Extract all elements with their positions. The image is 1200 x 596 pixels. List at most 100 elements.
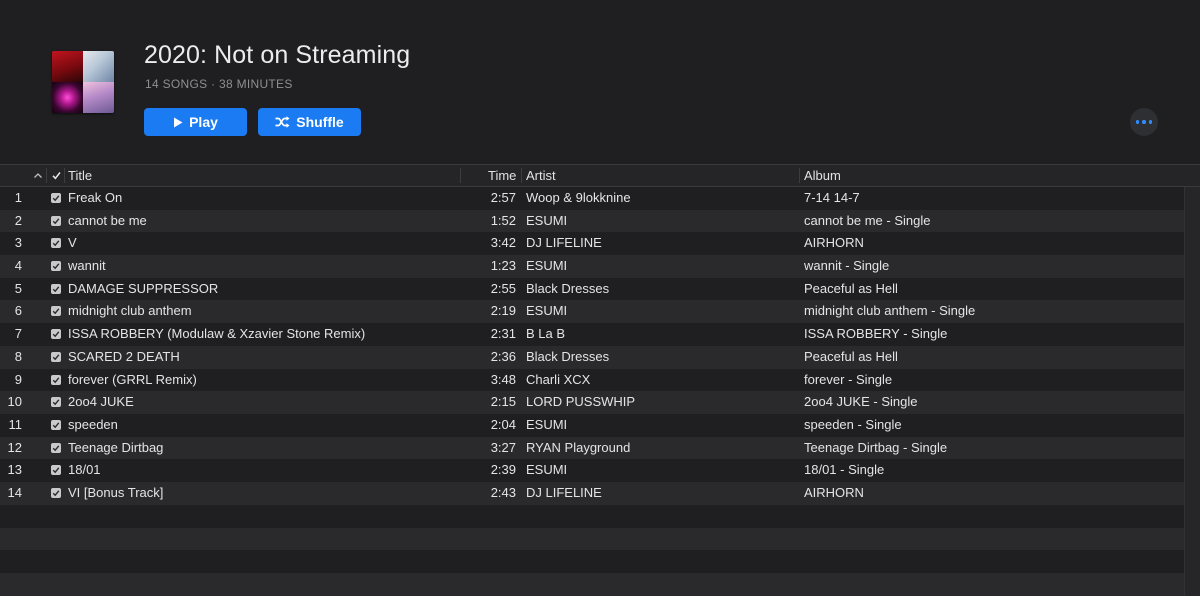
artwork-tile <box>52 51 83 82</box>
track-row[interactable]: 10 2oo4 JUKE 2:15 LORD PUSSWHIP 2oo4 JUKE - … <box>0 391 1184 414</box>
shuffle-icon <box>275 116 290 128</box>
track-checkbox[interactable] <box>51 329 61 340</box>
track-checkbox[interactable] <box>51 442 61 453</box>
checkmark-icon <box>52 263 60 270</box>
column-separator[interactable] <box>460 168 461 183</box>
checkmark-icon <box>52 331 60 338</box>
track-row[interactable]: 3 V 3:42 DJ LIFELINE AIRHORN <box>0 232 1184 256</box>
track-checkbox[interactable] <box>51 397 61 408</box>
play-icon <box>174 117 183 127</box>
sort-ascending-icon[interactable] <box>33 171 43 181</box>
shuffle-button[interactable]: Shuffle <box>258 108 361 136</box>
track-artist[interactable]: ESUMI <box>526 255 796 278</box>
track-title: ISSA ROBBERY (Modulaw & Xzavier Stone Re… <box>68 326 366 342</box>
artwork-tile <box>83 51 114 82</box>
track-artist[interactable]: DJ LIFELINE <box>526 232 796 255</box>
track-album[interactable]: ISSA ROBBERY - Single <box>804 323 1174 346</box>
checkmark-icon <box>52 444 60 451</box>
track-row[interactable]: 13 18/01 2:39 ESUMI 18/01 - Single <box>0 459 1184 482</box>
checkmark-icon <box>52 195 60 202</box>
track-checkbox[interactable] <box>51 351 61 362</box>
track-number: 7 <box>14 326 22 342</box>
track-number: 2 <box>14 212 22 228</box>
track-artist[interactable]: ESUMI <box>526 414 796 437</box>
play-button[interactable]: Play <box>144 108 247 136</box>
column-header-title[interactable]: Title <box>68 165 92 186</box>
track-number: 3 <box>14 235 22 251</box>
empty-row <box>0 550 1184 574</box>
column-separator[interactable] <box>46 168 47 183</box>
track-album[interactable]: 7-14 14-7 <box>804 187 1174 210</box>
column-separator[interactable] <box>799 168 800 183</box>
track-album[interactable]: AIRHORN <box>804 482 1174 505</box>
playlist-header: 2020: Not on Streaming 14 SONGS · 38 MIN… <box>0 0 1200 163</box>
track-number: 10 <box>7 394 22 410</box>
column-separator[interactable] <box>521 168 522 183</box>
play-button-label: Play <box>189 114 218 130</box>
track-title: cannot be me <box>68 212 147 228</box>
track-checkbox[interactable] <box>51 374 61 385</box>
track-album[interactable]: midnight club anthem - Single <box>804 300 1174 323</box>
track-time: 3:42 <box>490 235 516 251</box>
track-artist[interactable]: DJ LIFELINE <box>526 482 796 505</box>
track-row[interactable]: 6 midnight club anthem 2:19 ESUMI midnight c… <box>0 300 1184 324</box>
column-header-album[interactable]: Album <box>804 165 841 186</box>
track-artist[interactable]: LORD PUSSWHIP <box>526 391 796 414</box>
track-row[interactable]: 12 Teenage Dirtbag 3:27 RYAN Playground Teen… <box>0 436 1184 460</box>
track-row[interactable]: 8 SCARED 2 DEATH 2:36 Black Dresses Peaceful… <box>0 345 1184 369</box>
track-row[interactable]: 14 VI [Bonus Track] 2:43 DJ LIFELINE AIRHORN <box>0 481 1184 505</box>
vertical-scrollbar[interactable] <box>1184 187 1200 596</box>
track-album[interactable]: speeden - Single <box>804 414 1174 437</box>
track-artist[interactable]: Woop & 9lokknine <box>526 187 796 210</box>
track-title: 18/01 <box>68 462 101 478</box>
track-album[interactable]: AIRHORN <box>804 232 1174 255</box>
track-checkbox[interactable] <box>51 261 61 272</box>
track-row[interactable]: 1 Freak On 2:57 Woop & 9lokknine 7-14 14-7 <box>0 187 1184 210</box>
track-row[interactable]: 4 wannit 1:23 ESUMI wannit - Single <box>0 255 1184 278</box>
track-artist[interactable]: Charli XCX <box>526 369 796 392</box>
track-checkbox[interactable] <box>51 487 61 498</box>
more-dot <box>1142 120 1146 124</box>
track-checkbox[interactable] <box>51 193 61 203</box>
checkmark-icon[interactable] <box>51 170 62 181</box>
checkmark-icon <box>52 490 60 497</box>
track-album[interactable]: 18/01 - Single <box>804 459 1174 482</box>
shuffle-button-label: Shuffle <box>296 114 344 130</box>
track-row[interactable]: 5 DAMAGE SUPPRESSOR 2:55 Black Dresses Peace… <box>0 277 1184 301</box>
track-row[interactable]: 9 forever (GRRL Remix) 3:48 Charli XCX forev… <box>0 368 1184 392</box>
track-album[interactable]: Peaceful as Hell <box>804 278 1174 301</box>
track-row[interactable]: 7 ISSA ROBBERY (Modulaw & Xzavier Stone R… <box>0 323 1184 346</box>
track-time: 2:19 <box>490 303 516 319</box>
track-artist[interactable]: ESUMI <box>526 459 796 482</box>
track-artist[interactable]: B La B <box>526 323 796 346</box>
track-checkbox[interactable] <box>51 306 61 317</box>
track-checkbox[interactable] <box>51 238 61 249</box>
track-artist[interactable]: ESUMI <box>526 300 796 323</box>
track-album[interactable]: forever - Single <box>804 369 1174 392</box>
column-header-time[interactable]: Time <box>488 165 516 186</box>
playlist-artwork[interactable] <box>52 51 114 113</box>
track-time: 2:39 <box>490 462 516 478</box>
track-time: 2:43 <box>490 484 516 500</box>
track-artist[interactable]: RYAN Playground <box>526 437 796 460</box>
column-header-artist[interactable]: Artist <box>526 165 556 186</box>
track-album[interactable]: cannot be me - Single <box>804 210 1174 233</box>
track-checkbox[interactable] <box>51 215 61 226</box>
track-artist[interactable]: Black Dresses <box>526 346 796 369</box>
track-checkbox[interactable] <box>51 419 61 430</box>
track-row[interactable]: 2 cannot be me 1:52 ESUMI cannot be me - Sin… <box>0 209 1184 233</box>
track-checkbox[interactable] <box>51 465 61 476</box>
artwork-tile <box>83 82 114 113</box>
track-time: 2:55 <box>490 280 516 296</box>
track-album[interactable]: Teenage Dirtbag - Single <box>804 437 1174 460</box>
track-title: Freak On <box>68 190 123 205</box>
column-separator[interactable] <box>64 168 65 183</box>
track-row[interactable]: 11 speeden 2:04 ESUMI speeden - Single <box>0 413 1184 437</box>
track-album[interactable]: wannit - Single <box>804 255 1174 278</box>
track-album[interactable]: Peaceful as Hell <box>804 346 1174 369</box>
track-artist[interactable]: Black Dresses <box>526 278 796 301</box>
track-checkbox[interactable] <box>51 283 61 294</box>
track-artist[interactable]: ESUMI <box>526 210 796 233</box>
track-album[interactable]: 2oo4 JUKE - Single <box>804 391 1174 414</box>
more-options-button[interactable] <box>1130 108 1158 136</box>
